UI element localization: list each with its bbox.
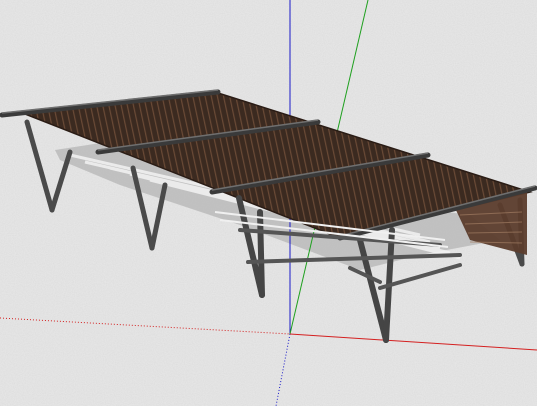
3d-viewport[interactable]: [0, 0, 537, 406]
scene-canvas[interactable]: [0, 0, 537, 406]
